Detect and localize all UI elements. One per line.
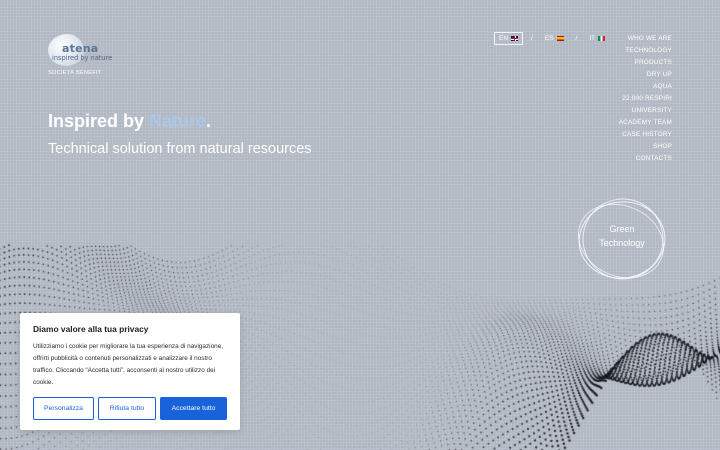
cookie-consent-banner: Diamo valore alla tua privacy Utilizziam… xyxy=(20,313,240,430)
hero-title-suffix: . xyxy=(206,111,212,131)
hero-subtitle: Technical solution from natural resource… xyxy=(48,141,312,157)
uk-flag-icon xyxy=(511,36,519,41)
nav-item-shop[interactable]: SHOP xyxy=(653,141,672,153)
language-code: ES xyxy=(544,35,554,42)
reject-all-button[interactable]: Rifiuta tutto xyxy=(98,397,156,420)
nav-item-technology[interactable]: TECHNOLOGY xyxy=(625,45,672,57)
nav-item-aqua[interactable]: AQUA xyxy=(653,81,672,93)
nav-item-22000-respiri[interactable]: 22.000 RESPIRI xyxy=(622,93,672,105)
spain-flag-icon xyxy=(556,36,564,41)
main-navigation: WHO WE ARE TECHNOLOGY PRODUCTS DRY UP AQ… xyxy=(619,33,672,165)
logo-subtitle: SOCIETÀ BENEFIT xyxy=(48,70,102,76)
atena-logo[interactable]: atena inspired by nature SOCIETÀ BENEFIT xyxy=(48,32,128,78)
nav-item-university[interactable]: UNIVERSITY xyxy=(632,105,672,117)
hero-title-prefix: Inspired by xyxy=(48,111,150,131)
accept-all-button[interactable]: Accettare tutto xyxy=(160,397,227,420)
italy-flag-icon xyxy=(598,36,606,41)
nav-item-dry-up[interactable]: DRY UP xyxy=(647,69,672,81)
cookie-title: Diamo valore alla tua privacy xyxy=(33,324,149,334)
green-technology-badge[interactable]: Green Technology xyxy=(572,196,672,284)
nav-item-products[interactable]: PRODUCTS xyxy=(635,57,672,69)
badge-line-1: Green xyxy=(609,224,635,234)
nav-item-case-history[interactable]: CASE HISTORY xyxy=(622,129,672,141)
hero-title-accent: Nature xyxy=(149,111,207,131)
nav-item-academy-team[interactable]: ACADEMY TEAM xyxy=(619,117,672,129)
language-option-es[interactable]: ES xyxy=(541,32,568,45)
language-option-it[interactable]: IT xyxy=(585,32,609,45)
logo-tagline: inspired by nature xyxy=(52,54,113,62)
language-separator: / xyxy=(531,35,533,42)
nav-item-who-we-are[interactable]: WHO WE ARE xyxy=(628,33,672,45)
language-option-en[interactable]: EN xyxy=(494,32,524,45)
badge-line-2: Technology xyxy=(599,238,645,248)
cookie-buttons: Personalizza Rifiuta tutto Accettare tut… xyxy=(33,397,227,420)
hero-title: Inspired by Nature. xyxy=(48,111,211,132)
language-separator: / xyxy=(575,35,578,42)
nav-item-contacts[interactable]: CONTACTS xyxy=(636,153,672,165)
language-code: EN xyxy=(499,35,509,42)
badge-text: Green Technology xyxy=(572,222,672,250)
language-switcher: EN / ES / IT xyxy=(494,32,609,45)
cookie-description: Utilizziamo i cookie per migliorare la t… xyxy=(33,343,224,386)
customize-button[interactable]: Personalizza xyxy=(33,397,94,420)
language-code: IT xyxy=(589,35,596,42)
